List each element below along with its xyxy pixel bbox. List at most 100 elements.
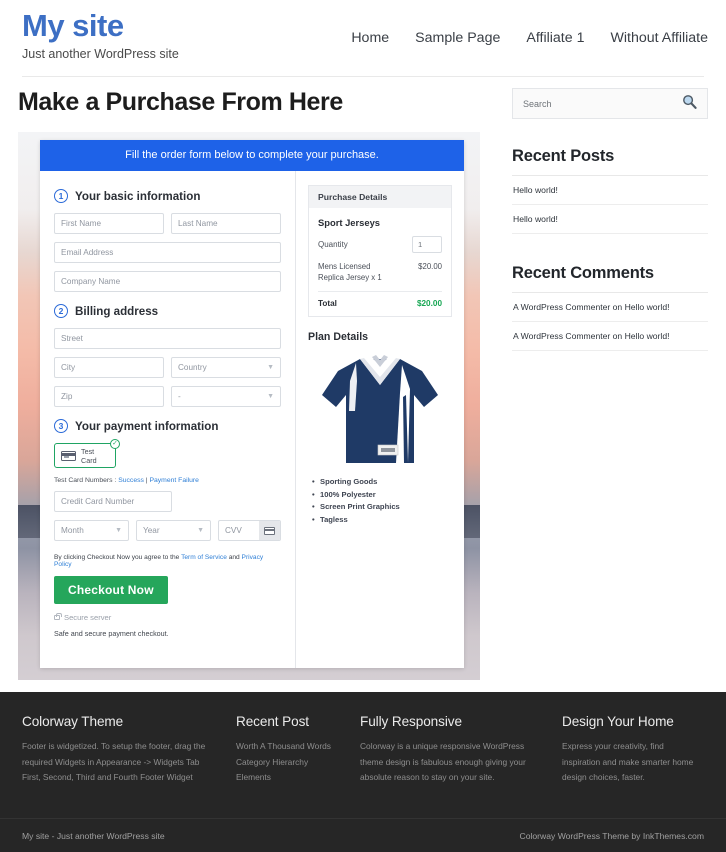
footer-recent-post-item[interactable]: Elements [236, 770, 344, 786]
footer-recent-post-list: Worth A Thousand Words Category Hierarch… [236, 739, 344, 786]
product-name: Sport Jerseys [318, 217, 381, 228]
chevron-down-icon: ▼ [197, 527, 204, 534]
nav-item-affiliate-1[interactable]: Affiliate 1 [526, 30, 584, 46]
first-name-input[interactable]: First Name [54, 213, 164, 234]
test-card-option[interactable]: Test Card ✓ [54, 439, 120, 468]
line-item-description: Mens Licensed Replica Jersey x 1 [318, 262, 382, 282]
step-2-header: 2 Billing address [54, 304, 281, 318]
year-select-value: Year [143, 526, 160, 535]
line-item: Mens Licensed Replica Jersey x 1 $20.00 [318, 262, 442, 293]
terms-mid: and [226, 554, 242, 561]
step-1-number: 1 [54, 189, 68, 203]
plan-feature-item: Sporting Goods [312, 477, 452, 486]
email-row: Email Address [54, 242, 281, 263]
sport-jersey-image [322, 355, 438, 464]
nav-item-without-affiliate[interactable]: Without Affiliate [610, 30, 708, 46]
test-card-label: Test Card [81, 446, 97, 465]
recent-posts-list: Hello world! Hello world! [512, 176, 708, 234]
company-name-input[interactable]: Company Name [54, 271, 281, 292]
footer-widget-text: Express your creativity, find inspiratio… [562, 741, 694, 783]
step-3-header: 3 Your payment information [54, 419, 281, 433]
sidebar: Search Recent Posts Hello world! Hello w… [512, 88, 708, 351]
order-form: 1 Your basic information First Name Last… [40, 171, 295, 668]
recent-comment-item[interactable]: A WordPress Commenter on Hello world! [512, 322, 708, 351]
success-link[interactable]: Success [118, 477, 144, 484]
street-input[interactable]: Street [54, 328, 281, 349]
credit-card-number-input[interactable]: Credit Card Number [54, 491, 172, 512]
footer-copyright-bar: My site - Just another WordPress site Co… [0, 818, 726, 852]
search-input[interactable]: Search [523, 99, 552, 109]
copyright-left: My site - Just another WordPress site [22, 830, 165, 841]
recent-comments-title: Recent Comments [512, 264, 708, 293]
recent-comments-list: A WordPress Commenter on Hello world! A … [512, 293, 708, 351]
total-row: Total $20.00 [318, 292, 442, 308]
checkout-now-button[interactable]: Checkout Now [54, 576, 168, 604]
credit-card-row: Credit Card Number [54, 491, 281, 512]
copyright-right[interactable]: Colorway WordPress Theme by InkThemes.co… [519, 831, 704, 841]
brand-block: My site Just another WordPress site [22, 8, 179, 61]
footer-widget-fully-responsive: Fully Responsive Colorway is a unique re… [360, 714, 546, 786]
nav-item-home[interactable]: Home [351, 30, 389, 46]
purchase-details-box: Purchase Details Sport Jerseys Quantity … [308, 185, 452, 318]
nav-item-sample-page[interactable]: Sample Page [415, 30, 500, 46]
payment-failure-link[interactable]: Payment Failure [149, 477, 199, 484]
state-select[interactable]: - ▼ [171, 386, 281, 407]
background-photo-panel: Fill the order form below to complete yo… [18, 132, 480, 680]
footer-widget-title: Design Your Home [562, 714, 674, 729]
chevron-down-icon: ▼ [115, 527, 122, 534]
city-input[interactable]: City [54, 357, 164, 378]
site-header: My site Just another WordPress site Home… [0, 0, 726, 78]
site-title[interactable]: My site [22, 8, 179, 44]
checkout-card: Fill the order form below to complete yo… [40, 140, 464, 668]
month-select-value: Month [61, 526, 84, 535]
cvv-input[interactable]: CVV [219, 526, 259, 535]
secure-server-row: Secure server [54, 613, 281, 622]
terms-of-service-link[interactable]: Term of Service [181, 554, 227, 561]
recent-posts-title: Recent Posts [512, 147, 708, 176]
last-name-input[interactable]: Last Name [171, 213, 281, 234]
month-select[interactable]: Month ▼ [54, 520, 129, 541]
footer-recent-post-item[interactable]: Category Hierarchy [236, 755, 344, 771]
zip-input[interactable]: Zip [54, 386, 164, 407]
plan-feature-item: Screen Print Graphics [312, 502, 452, 511]
step-3-number: 3 [54, 419, 68, 433]
step-1-header: 1 Your basic information [54, 189, 281, 203]
product-image-wrap [308, 349, 452, 477]
email-input[interactable]: Email Address [54, 242, 281, 263]
test-card-numbers-line: Test Card Numbers : Success | Payment Fa… [54, 477, 281, 484]
country-select[interactable]: Country ▼ [171, 357, 281, 378]
recent-comment-item[interactable]: A WordPress Commenter on Hello world! [512, 293, 708, 322]
quantity-row: Quantity 1 [318, 236, 442, 253]
plan-details-title: Plan Details [308, 331, 369, 344]
terms-prefix: By clicking Checkout Now you agree to th… [54, 554, 182, 561]
name-row: First Name Last Name [54, 213, 281, 234]
purchase-details-body: Sport Jerseys Quantity 1 Mens Licensed R… [309, 208, 451, 316]
card-body: 1 Your basic information First Name Last… [40, 171, 464, 668]
order-form-banner: Fill the order form below to complete yo… [40, 140, 464, 171]
quantity-input[interactable]: 1 [412, 236, 442, 253]
recent-post-item[interactable]: Hello world! [512, 176, 708, 205]
chevron-down-icon: ▼ [267, 393, 274, 400]
footer-recent-post-item[interactable]: Worth A Thousand Words [236, 739, 344, 755]
year-select[interactable]: Year ▼ [136, 520, 211, 541]
expiry-cvv-row: Month ▼ Year ▼ CVV [54, 520, 281, 541]
lock-icon [54, 613, 62, 620]
company-row: Company Name [54, 271, 281, 292]
search-icon[interactable] [682, 94, 697, 114]
site-footer: Colorway Theme Footer is widgetized. To … [0, 692, 726, 852]
main-column: Make a Purchase From Here Fill the order… [18, 88, 480, 680]
footer-widget-colorway-theme: Colorway Theme Footer is widgetized. To … [22, 714, 220, 786]
site-tagline: Just another WordPress site [22, 46, 179, 61]
step-2-number: 2 [54, 304, 68, 318]
recent-post-item[interactable]: Hello world! [512, 205, 708, 234]
cvv-field[interactable]: CVV [218, 520, 281, 541]
footer-widget-text: Footer is widgetized. To setup the foote… [22, 741, 206, 783]
plan-feature-list: Sporting Goods 100% Polyester Screen Pri… [308, 477, 452, 524]
footer-widget-recent-post: Recent Post Worth A Thousand Words Categ… [236, 714, 344, 786]
quantity-label: Quantity [318, 240, 348, 249]
safe-checkout-note: Safe and secure payment checkout. [54, 629, 169, 638]
plan-feature-item: 100% Polyester [312, 490, 452, 499]
city-country-row: City Country ▼ [54, 357, 281, 378]
secure-server-label: Secure server [64, 613, 112, 622]
search-widget[interactable]: Search [512, 88, 708, 119]
